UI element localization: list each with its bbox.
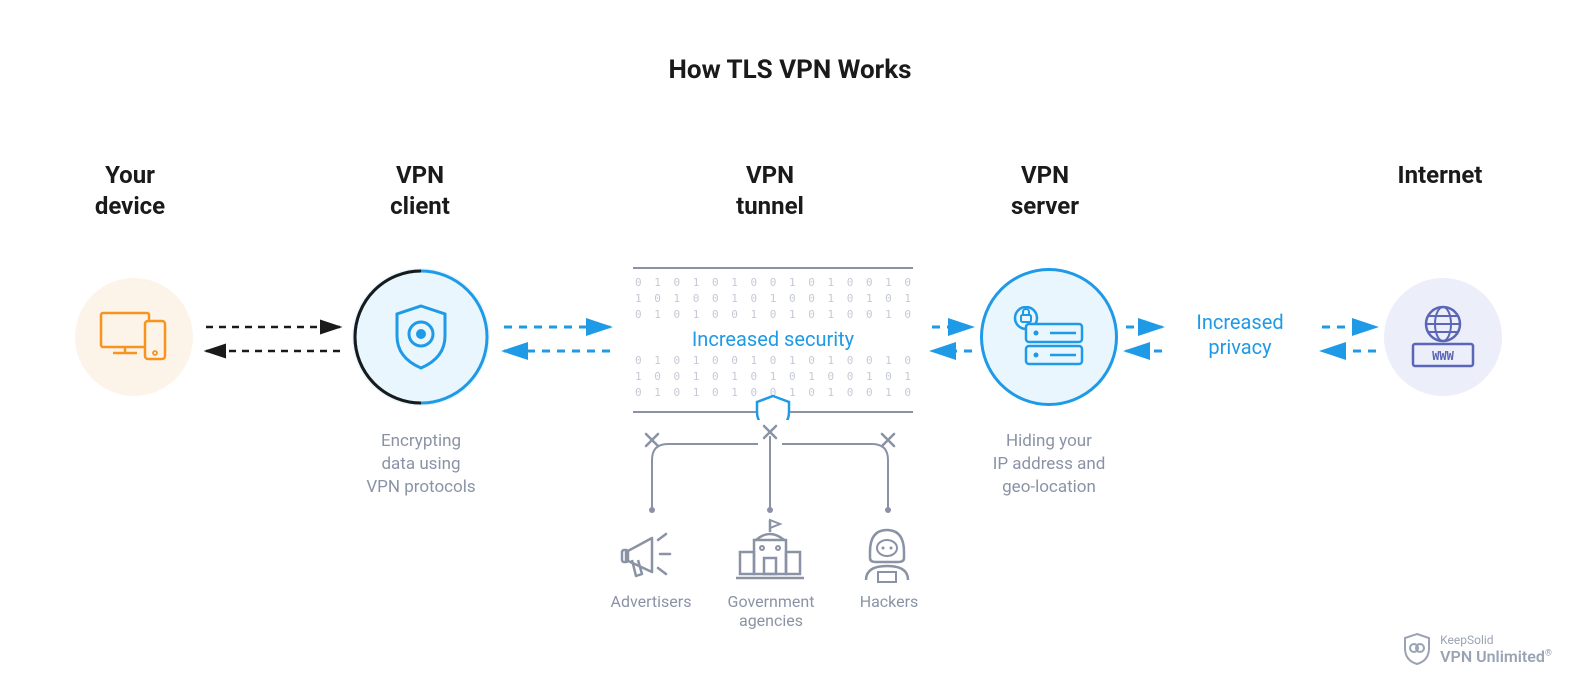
- label-vpn-client: VPN client: [360, 160, 480, 222]
- brand-shield-icon: [1402, 632, 1432, 666]
- label-internet: Internet: [1380, 160, 1500, 191]
- hacker-icon: [858, 522, 916, 584]
- vpn-client-node: [352, 268, 490, 406]
- diagram-title: How TLS VPN Works: [0, 55, 1580, 85]
- server-caption: Hiding your IP address and geo-location: [978, 430, 1120, 499]
- threat-connectors: [600, 420, 940, 530]
- svg-text:1 0 0 1 0 1 0 1 0 1 0 0 1 0 1: 1 0 0 1 0 1 0 1 0 1 0 0 1 0 1 0 1 0 1: [635, 370, 923, 383]
- svg-text:WWW: WWW: [1432, 349, 1454, 363]
- globe-www-icon: WWW: [1407, 302, 1479, 372]
- device-icon: [99, 309, 169, 365]
- arrows-client-tunnel: [498, 315, 618, 363]
- government-building-icon: [734, 516, 806, 586]
- threat-hackers-label: Hackers: [844, 592, 934, 611]
- svg-text:1 0 1 0 0 1 0 1 0 0 1 0 1 0 1: 1 0 1 0 0 1 0 1 0 0 1 0 1 0 1 0 0 1 0: [635, 292, 923, 305]
- brand-line1: KeepSolid: [1440, 633, 1552, 647]
- threat-government-label: Government agencies: [716, 592, 826, 630]
- brand-badge: KeepSolid VPN Unlimited®: [1402, 632, 1552, 666]
- arrows-server-privacy-left: [1122, 315, 1168, 363]
- vpn-client-ring: [352, 268, 490, 406]
- arrows-device-client: [200, 315, 348, 363]
- privacy-label: Increased privacy: [1160, 310, 1320, 360]
- arrows-privacy-internet: [1318, 315, 1382, 363]
- svg-text:0 1 0 1 0 0 1 0 1 0 1 0 0 1 0: 0 1 0 1 0 0 1 0 1 0 1 0 0 1 0 1 0 1 0: [635, 354, 923, 367]
- device-node: [75, 278, 193, 396]
- internet-node: WWW: [1384, 278, 1502, 396]
- svg-text:0 1 0 1 0 0 1 0 1 0 1 0 0 1 0: 0 1 0 1 0 0 1 0 1 0 1 0 0 1 0 1 0 1 0: [635, 308, 923, 321]
- client-caption: Encrypting data using VPN protocols: [350, 430, 492, 499]
- arrows-tunnel-server-left: [928, 315, 978, 363]
- vpn-server-node: [980, 268, 1118, 406]
- label-your-device: Your device: [60, 160, 200, 222]
- megaphone-icon: [618, 526, 684, 586]
- brand-line2: VPN Unlimited®: [1440, 647, 1552, 666]
- server-icon: [1010, 306, 1088, 368]
- tunnel-label: Increased security: [623, 327, 923, 351]
- label-vpn-server: VPN server: [980, 160, 1110, 222]
- threat-advertisers-label: Advertisers: [598, 592, 704, 611]
- label-vpn-tunnel: VPN tunnel: [700, 160, 840, 222]
- svg-text:0 1 0 1 0 1 0 0 1 0 1 0 0 1 0: 0 1 0 1 0 1 0 0 1 0 1 0 0 1 0 0 1 0 1: [635, 276, 923, 289]
